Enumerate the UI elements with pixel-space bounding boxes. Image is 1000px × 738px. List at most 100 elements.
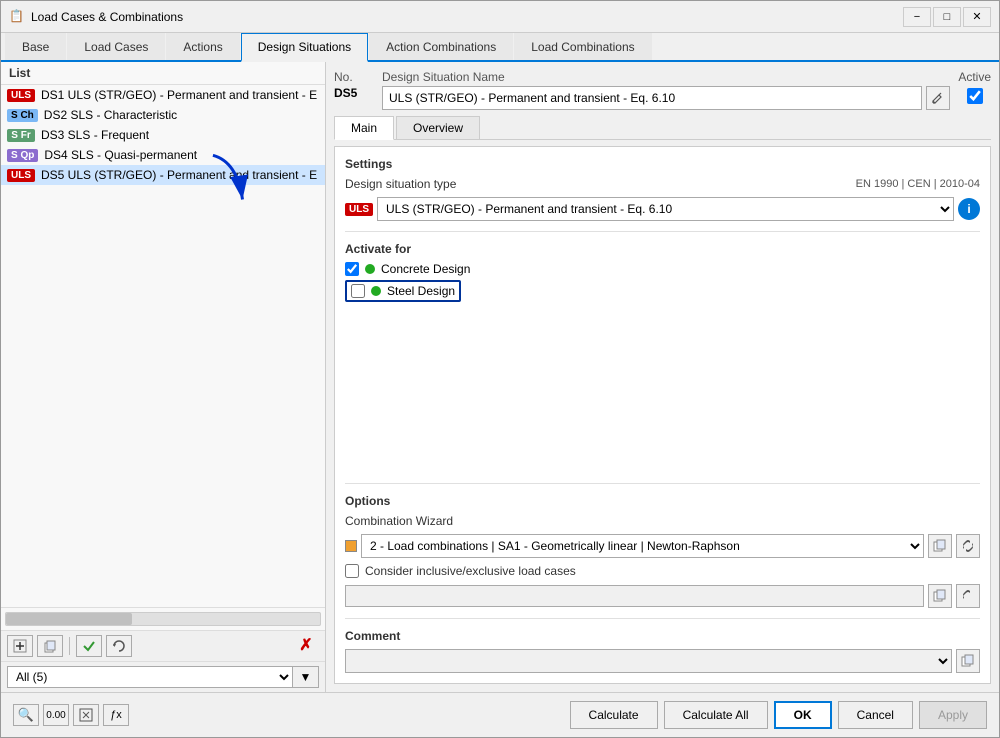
window-controls: − □ ✕	[903, 7, 991, 27]
settings-title: Settings	[345, 157, 980, 171]
list-item[interactable]: ULS DS1 ULS (STR/GEO) - Permanent and tr…	[1, 85, 325, 105]
scroll-thumb	[6, 613, 132, 625]
sub-tab-main[interactable]: Main	[334, 116, 394, 140]
tab-base[interactable]: Base	[5, 33, 66, 60]
h-scroll-area	[1, 607, 325, 630]
design-name-label: Design Situation Name	[382, 70, 950, 84]
active-checkbox[interactable]	[967, 88, 983, 104]
list-area: ULS DS1 ULS (STR/GEO) - Permanent and tr…	[1, 85, 325, 607]
comment-select[interactable]	[345, 649, 952, 673]
unit-button[interactable]	[73, 704, 99, 726]
tab-actions[interactable]: Actions	[166, 33, 239, 60]
tab-action-combinations[interactable]: Action Combinations	[369, 33, 513, 60]
refresh-button[interactable]	[106, 635, 132, 657]
content-panel: Settings Design situation type EN 1990 |…	[334, 146, 991, 684]
concrete-design-checkbox[interactable]	[345, 262, 359, 276]
combo-wizard-row: 2 - Load combinations | SA1 - Geometrica…	[345, 534, 980, 558]
design-type-select[interactable]: ULS (STR/GEO) - Permanent and transient …	[377, 197, 954, 221]
list-item[interactable]: S Ch DS2 SLS - Characteristic	[1, 105, 325, 125]
list-header: List	[1, 62, 325, 85]
concrete-status-dot	[365, 264, 375, 274]
divider-2	[345, 483, 980, 484]
tab-load-combinations[interactable]: Load Combinations	[514, 33, 651, 60]
add-button[interactable]	[7, 635, 33, 657]
activate-concrete-row: Concrete Design	[345, 262, 980, 276]
list-item-text: DS2 SLS - Characteristic	[44, 108, 319, 122]
design-name-input[interactable]	[382, 86, 922, 110]
no-label: No.	[334, 70, 366, 84]
combo-wizard-label-row: Combination Wizard	[345, 514, 980, 528]
steel-design-checkbox[interactable]	[351, 284, 365, 298]
edit-name-button[interactable]	[926, 86, 950, 110]
list-item-text: DS1 ULS (STR/GEO) - Permanent and transi…	[41, 88, 319, 102]
left-filter: All (5) ▼	[1, 661, 325, 692]
maximize-button[interactable]: □	[933, 7, 961, 27]
combo-color-square	[345, 540, 357, 552]
info-button[interactable]: i	[958, 198, 980, 220]
cancel-button[interactable]: Cancel	[838, 701, 913, 729]
left-toolbar: ✗	[1, 630, 325, 661]
tag-uls-selected: ULS	[7, 169, 35, 182]
combo-copy-button[interactable]	[928, 534, 952, 558]
right-panel: No. DS5 Design Situation Name Active	[326, 62, 999, 692]
ok-button[interactable]: OK	[774, 701, 832, 729]
main-content: List ULS DS1 ULS (STR/GEO) - Permanent a…	[1, 62, 999, 692]
inclusive-text-input[interactable]	[345, 585, 924, 607]
filter-dropdown-button[interactable]: ▼	[293, 666, 319, 688]
steel-status-dot	[371, 286, 381, 296]
calculate-button[interactable]: Calculate	[570, 701, 658, 729]
consider-inclusive-row: Consider inclusive/exclusive load cases	[345, 564, 980, 578]
apply-button[interactable]: Apply	[919, 701, 987, 729]
comment-copy-button[interactable]	[956, 649, 980, 673]
name-input-row	[382, 86, 950, 110]
tag-sqp: S Qp	[7, 149, 38, 162]
search-button[interactable]: 🔍	[13, 704, 39, 726]
divider-3	[345, 618, 980, 619]
inclusive-link-button[interactable]	[956, 584, 980, 608]
sub-tab-overview[interactable]: Overview	[396, 116, 480, 139]
combo-link-button[interactable]	[956, 534, 980, 558]
sub-tab-bar: Main Overview	[334, 116, 991, 140]
tag-uls: ULS	[7, 89, 35, 102]
settings-section: Settings Design situation type EN 1990 |…	[345, 157, 980, 221]
check-button[interactable]	[76, 635, 102, 657]
combo-wizard-select[interactable]: 2 - Load combinations | SA1 - Geometrica…	[361, 534, 924, 558]
title-bar: 📋 Load Cases & Combinations − □ ✕	[1, 1, 999, 33]
tab-load-cases[interactable]: Load Cases	[67, 33, 165, 60]
consider-inclusive-checkbox[interactable]	[345, 564, 359, 578]
active-section: Active	[958, 70, 991, 104]
close-button[interactable]: ✕	[963, 7, 991, 27]
tab-design-situations[interactable]: Design Situations	[241, 33, 368, 62]
window-title: Load Cases & Combinations	[31, 10, 903, 24]
uls-tag-small: ULS	[345, 203, 373, 216]
steel-design-label: Steel Design	[387, 284, 455, 298]
calc-mode-button[interactable]: 0.00	[43, 704, 69, 726]
calculate-all-button[interactable]: Calculate All	[664, 701, 768, 729]
list-item[interactable]: S Fr DS3 SLS - Frequent	[1, 125, 325, 145]
list-item-selected[interactable]: ULS DS5 ULS (STR/GEO) - Permanent and tr…	[1, 165, 325, 185]
list-item-text: DS3 SLS - Frequent	[41, 128, 319, 142]
h-scrollbar[interactable]	[5, 612, 321, 626]
left-panel: List ULS DS1 ULS (STR/GEO) - Permanent a…	[1, 62, 326, 692]
main-window: 📋 Load Cases & Combinations − □ ✕ Base L…	[0, 0, 1000, 738]
tag-sfr: S Fr	[7, 129, 35, 142]
design-header: No. DS5 Design Situation Name Active	[334, 70, 991, 110]
comment-title: Comment	[345, 629, 980, 643]
comment-section: Comment	[345, 629, 980, 673]
options-section: Options Combination Wizard 2 - Load comb…	[345, 494, 980, 608]
filter-select[interactable]: All (5)	[7, 666, 293, 688]
formula-button[interactable]: ƒx	[103, 704, 129, 726]
list-item[interactable]: S Qp DS4 SLS - Quasi-permanent	[1, 145, 325, 165]
options-title: Options	[345, 494, 980, 508]
no-value: DS5	[334, 86, 366, 100]
activate-steel-row: Steel Design	[345, 280, 461, 302]
main-tab-bar: Base Load Cases Actions Design Situation…	[1, 33, 999, 62]
design-type-row: Design situation type EN 1990 | CEN | 20…	[345, 177, 980, 191]
delete-button[interactable]: ✗	[293, 635, 319, 657]
inclusive-copy-button[interactable]	[928, 584, 952, 608]
list-item-text: DS4 SLS - Quasi-permanent	[44, 148, 319, 162]
minimize-button[interactable]: −	[903, 7, 931, 27]
comment-row	[345, 649, 980, 673]
copy-button[interactable]	[37, 635, 63, 657]
divider-1	[345, 231, 980, 232]
